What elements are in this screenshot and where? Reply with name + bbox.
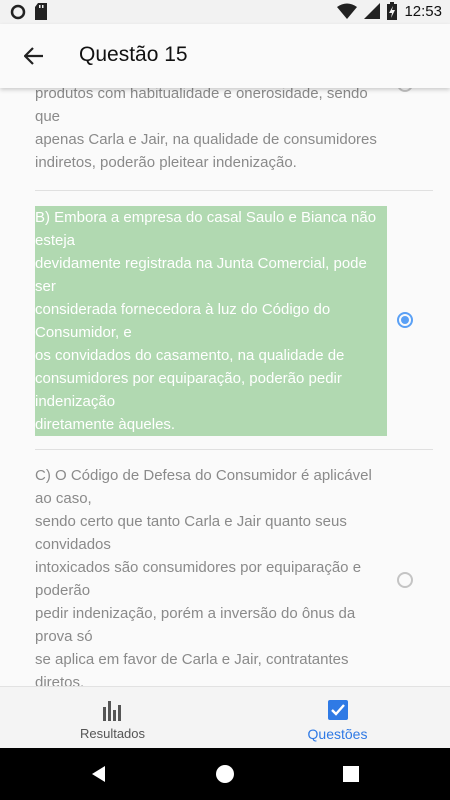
checkbox-checked-icon [327,700,348,720]
arrow-back-icon [24,47,43,65]
option-c-radio[interactable] [397,572,413,588]
recents-square-icon[interactable] [339,762,363,786]
option-a[interactable]: produtos com habitualidade e onerosidade… [35,88,433,174]
option-a-text: produtos com habitualidade e onerosidade… [35,88,377,171]
divider [35,449,433,450]
question-content[interactable]: produtos com habitualidade e onerosidade… [0,88,450,686]
signal-icon [364,3,381,19]
back-triangle-icon[interactable] [87,762,111,786]
back-button[interactable] [18,42,50,70]
sd-card-icon [35,3,47,20]
option-b-radio[interactable] [397,312,413,328]
nav-item-questoes[interactable]: Questões [225,687,450,749]
option-b-text: B) Embora a empresa do casal Saulo e Bia… [35,206,387,436]
option-c[interactable]: C) O Código de Defesa do Consumidor é ap… [35,464,433,686]
option-c-text: C) O Código de Defesa do Consumidor é ap… [35,467,372,686]
divider [35,190,433,191]
bottom-navigation: Resultados Questões [0,686,450,748]
app-bar: Questão 15 [0,24,450,88]
nav-label-resultados: Resultados [79,726,146,741]
home-circle-icon[interactable] [213,762,237,786]
nav-label-questoes: Questões [307,726,368,742]
option-b[interactable]: B) Embora a empresa do casal Saulo e Bia… [35,206,433,436]
wifi-icon [337,3,358,19]
nav-item-resultados[interactable]: Resultados [0,687,225,749]
bar-chart-icon [102,701,121,721]
status-time: 12:53 [404,2,442,20]
system-navigation-bar [0,748,450,800]
battery-charging-icon [387,2,398,20]
page-title: Questão 15 [79,43,188,66]
circle-notification-icon [10,4,26,19]
status-bar: 12:53 [0,0,450,24]
